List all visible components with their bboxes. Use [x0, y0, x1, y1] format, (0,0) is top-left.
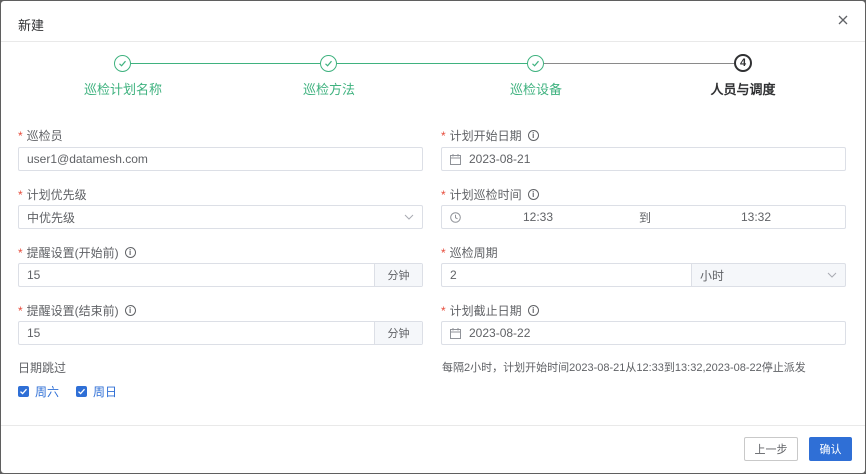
time-separator: 到 — [639, 210, 652, 225]
step-1-check-icon — [114, 55, 131, 72]
required-mark: * — [441, 245, 446, 260]
info-icon[interactable]: i — [124, 247, 136, 258]
inspector-label: * 巡检员 — [18, 128, 63, 144]
required-mark: * — [18, 187, 23, 202]
remind-end-label: * 提醒设置(结束前) i — [18, 302, 136, 319]
time-start[interactable]: 12:33 — [523, 210, 553, 224]
end-date-label: * 计划截止日期 i — [441, 302, 539, 319]
step-4-number: 4 — [734, 54, 752, 72]
skip-label: 日期跳过 — [18, 361, 67, 375]
required-mark: * — [441, 187, 446, 202]
required-mark: * — [18, 128, 23, 143]
remind-start-unit: 分钟 — [374, 264, 422, 286]
required-mark: * — [18, 245, 23, 260]
skip-saturday-checkbox[interactable]: 周六 — [18, 383, 59, 400]
schedule-summary: 每隔2小时，计划开始时间2023-08-21从12:33到13:32,2023-… — [442, 362, 806, 374]
remind-end-input[interactable]: 15 分钟 — [18, 321, 423, 345]
check-icon — [76, 386, 87, 397]
calendar-icon — [450, 153, 461, 165]
time-end[interactable]: 13:32 — [741, 210, 771, 224]
close-icon[interactable] — [835, 12, 851, 28]
chevron-down-icon — [827, 272, 837, 278]
calendar-icon — [450, 327, 461, 339]
steps-bar: 4 巡检计划名称 巡检方法 巡检设备 人员与调度 — [1, 43, 865, 113]
prev-button[interactable]: 上一步 — [744, 437, 798, 461]
step-2-check-icon — [320, 55, 337, 72]
start-date-picker[interactable]: 2023-08-21 — [441, 147, 846, 171]
chevron-down-icon — [404, 214, 414, 220]
info-icon[interactable]: i — [527, 189, 539, 200]
info-icon[interactable]: i — [527, 305, 539, 316]
step-3-check-icon — [527, 55, 544, 72]
time-range-picker[interactable]: 12:33 到 13:32 — [441, 205, 846, 229]
dialog-footer: 上一步 确认 — [1, 425, 865, 473]
period-unit-select[interactable]: 小时 — [691, 263, 846, 287]
priority-label: * 计划优先级 — [18, 187, 87, 203]
step-3-label: 巡检设备 — [509, 82, 563, 97]
remind-start-label: * 提醒设置(开始前) i — [18, 244, 136, 261]
required-mark: * — [441, 128, 446, 143]
start-date-label: * 计划开始日期 i — [441, 127, 539, 144]
clock-icon — [450, 211, 461, 223]
step-4-label: 人员与调度 — [710, 82, 776, 97]
required-mark: * — [18, 303, 23, 318]
remind-start-input[interactable]: 15 分钟 — [18, 263, 423, 287]
remind-end-unit: 分钟 — [374, 322, 422, 344]
dialog-header: 新建 — [1, 1, 865, 42]
required-mark: * — [441, 303, 446, 318]
period-input[interactable]: 2 — [441, 263, 692, 287]
step-2-label: 巡检方法 — [302, 82, 356, 97]
info-icon[interactable]: i — [527, 130, 539, 141]
skip-sunday-checkbox[interactable]: 周日 — [76, 383, 117, 400]
step-1-label: 巡检计划名称 — [83, 82, 163, 97]
info-icon[interactable]: i — [124, 305, 136, 316]
step-connector — [337, 63, 527, 64]
confirm-button[interactable]: 确认 — [809, 437, 852, 461]
check-icon — [18, 386, 29, 397]
end-date-picker[interactable]: 2023-08-22 — [441, 321, 846, 345]
inspector-input[interactable]: user1@datamesh.com — [18, 147, 423, 171]
step-connector — [131, 63, 320, 64]
priority-select[interactable]: 中优先级 — [18, 205, 423, 229]
time-label: * 计划巡检时间 i — [441, 186, 539, 203]
new-plan-dialog: 新建 4 巡检计划名称 巡检方法 巡检设备 人员与调度 * 巡检员 user1@d… — [1, 1, 865, 473]
dialog-title: 新建 — [18, 18, 45, 33]
period-label: * 巡检周期 — [441, 245, 498, 261]
step-connector — [544, 63, 734, 64]
